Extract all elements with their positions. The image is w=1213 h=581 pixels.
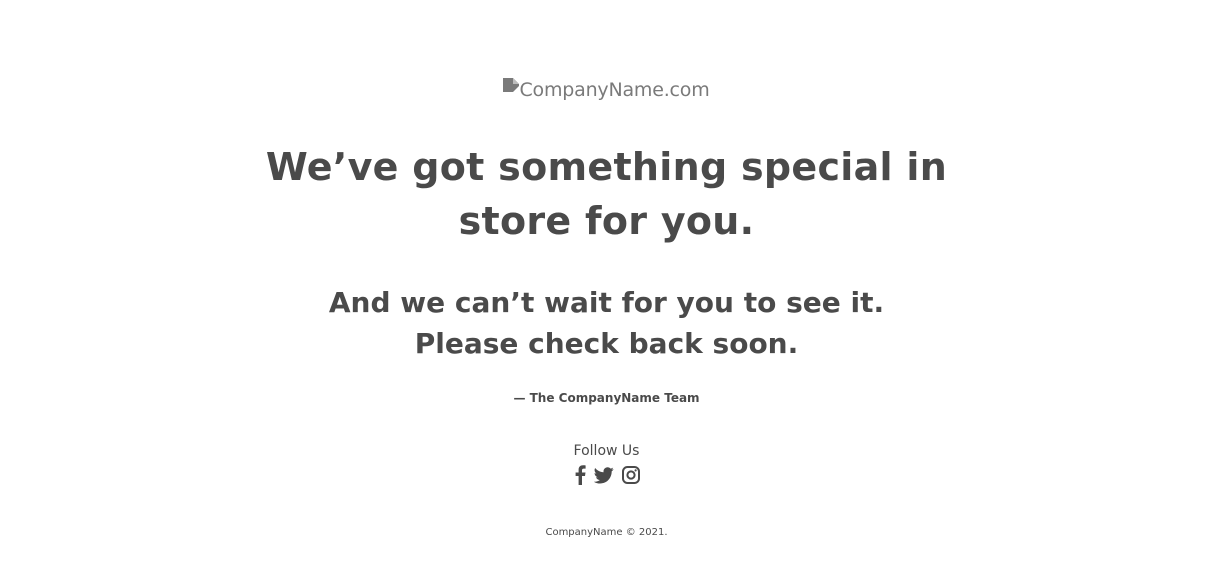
facebook-icon bbox=[575, 465, 586, 485]
instagram-link[interactable] bbox=[621, 464, 640, 486]
instagram-icon bbox=[621, 466, 640, 484]
social-links bbox=[0, 464, 1213, 486]
subheadline-line-2: Please check back soon. bbox=[414, 327, 799, 360]
facebook-link[interactable] bbox=[574, 464, 586, 486]
twitter-icon bbox=[593, 466, 614, 483]
team-signature: — The CompanyName Team bbox=[513, 391, 700, 405]
headline-line-2: store for you. bbox=[458, 199, 755, 243]
follow-us-heading: Follow Us bbox=[573, 443, 640, 459]
twitter-link[interactable] bbox=[593, 464, 614, 486]
subheadline-line-1: And we can’t wait for you to see it. bbox=[328, 286, 885, 319]
headline-line-1: We’ve got something special in bbox=[265, 145, 948, 189]
coming-soon-page: CompanyName.com We’ve got something spec… bbox=[0, 0, 1213, 581]
logo-alt-text: CompanyName.com bbox=[519, 79, 710, 101]
copyright-footer: CompanyName © 2021. bbox=[545, 527, 668, 538]
page-subheadline: And we can’t wait for you to see it. Ple… bbox=[0, 282, 1213, 364]
page-headline: We’ve got something special in store for… bbox=[0, 140, 1213, 248]
logo[interactable]: CompanyName.com bbox=[0, 77, 1213, 103]
broken-image-icon bbox=[503, 78, 520, 92]
